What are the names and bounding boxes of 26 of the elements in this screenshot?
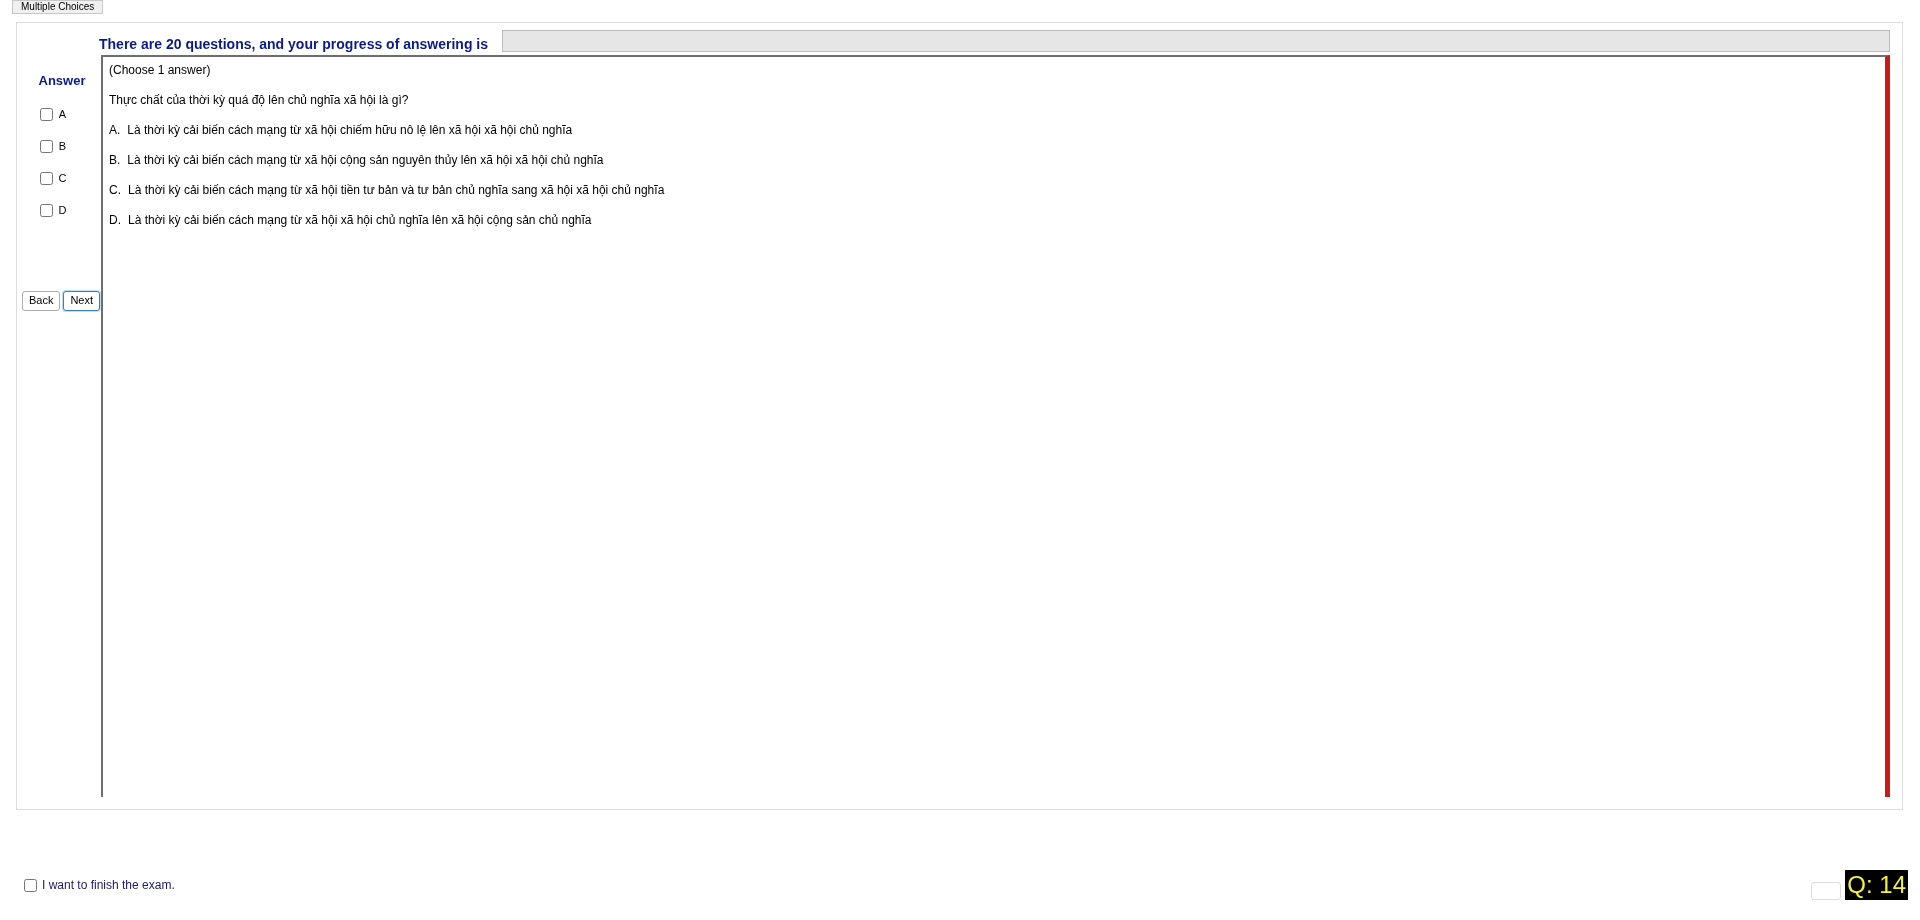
option-label: C (58, 171, 67, 187)
choice-letter: C. (109, 182, 121, 199)
checkbox[interactable] (24, 878, 37, 892)
choice-letter: A. (109, 122, 121, 139)
question-number-label: Q: 14 (1845, 870, 1908, 900)
option-label: D (58, 203, 67, 219)
instruction-text: (Choose 1 answer) (109, 62, 212, 79)
finish-label: I want to finish the exam. (42, 877, 175, 894)
choice-letter: D. (109, 212, 121, 229)
answer-label: Answer (37, 72, 86, 90)
choice-text: Là thời kỳ cải biến cách mạng từ xã hội cộng sản nguyên thủy lên xã hội xã hội chủ nghĩa (127, 152, 604, 169)
nav-button[interactable]: Next (63, 290, 101, 311)
checkbox[interactable] (39, 140, 53, 153)
option-label: B (58, 139, 67, 155)
choice-text: Là thời kỳ cải biến cách mạng từ xã hội tiền tư bản và tư bản chủ nghĩa sang xã hội xã hội chủ nghĩa (128, 182, 665, 199)
tab[interactable]: Multiple Choices (12, 0, 104, 14)
progress-label: There are 20 questions, and your progress of answering is (99, 34, 488, 54)
nav-button[interactable]: Back (21, 290, 61, 311)
choice-letter: B. (109, 152, 121, 169)
checkbox[interactable] (39, 204, 53, 217)
checkbox[interactable] (39, 172, 53, 185)
option-label: A (58, 107, 67, 123)
question-text: Thực chất của thời kỳ quá độ lên chủ nghĩa xã hội là gì? (109, 92, 410, 109)
choice-text: Là thời kỳ cải biến cách mạng từ xã hội xã hội chủ nghĩa lên xã hội cộng sản chủ nghĩa (128, 212, 592, 229)
checkbox[interactable] (39, 108, 53, 121)
choice-text: Là thời kỳ cải biến cách mạng từ xã hội chiếm hữu nô lệ lên xã hội xã hội chủ nghĩa (127, 122, 573, 139)
